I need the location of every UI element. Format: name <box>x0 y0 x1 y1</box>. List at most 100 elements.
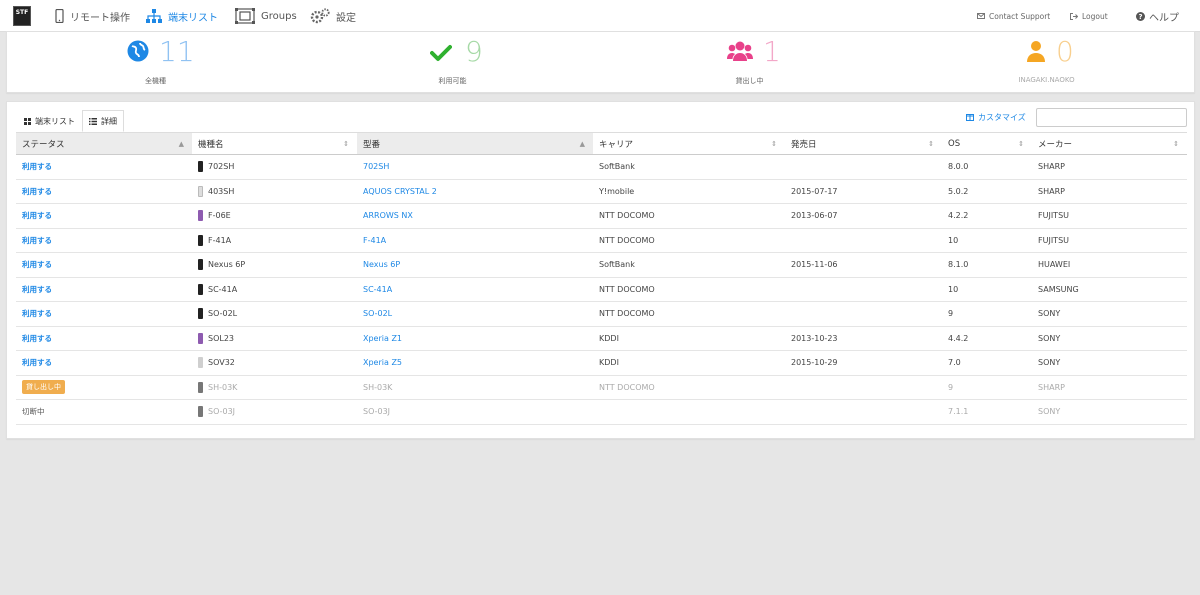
table-row: 利用する F-06E ARROWS NX NTT DOCOMO 2013-06-… <box>16 203 1187 229</box>
stats-panel: 11 全機種 9 利用可能 1 貸出し中 0 INAGAKI.NAOKO <box>6 31 1195 93</box>
column-release-label: 発売日 <box>791 139 817 150</box>
device-name: SO-02L <box>208 309 238 319</box>
stat-in-use: 1 貸出し中 <box>601 32 898 94</box>
device-carrier: NTT DOCOMO <box>593 301 785 327</box>
column-header-os[interactable]: OS ⇕ <box>942 132 1032 155</box>
device-maker: SHARP <box>1032 375 1187 400</box>
device-maker: SHARP <box>1032 154 1187 180</box>
logo-text: STF <box>15 9 29 16</box>
contact-support-link[interactable]: Contact Support <box>977 0 1050 32</box>
column-header-model[interactable]: 型番 ▲ <box>357 132 593 155</box>
stat-in-use-value: 1 <box>763 35 781 68</box>
device-name: F-41A <box>208 235 232 245</box>
device-maker: SHARP <box>1032 179 1187 204</box>
device-release-date <box>785 277 942 302</box>
stat-my-devices: 0 INAGAKI.NAOKO <box>898 32 1195 94</box>
device-os: 7.0 <box>942 350 1032 376</box>
device-model-link[interactable]: Nexus 6P <box>357 252 593 278</box>
device-thumbnail <box>198 381 203 393</box>
tab-device-list-label: 端末リスト <box>35 116 75 126</box>
device-model-link[interactable]: Xperia Z1 <box>357 326 593 351</box>
column-header-carrier[interactable]: キャリア ⇕ <box>593 132 785 155</box>
device-model-link[interactable]: Xperia Z5 <box>357 350 593 376</box>
device-release-date <box>785 301 942 327</box>
device-release-date: 2013-10-23 <box>785 326 942 351</box>
device-model-link[interactable]: 702SH <box>357 154 593 180</box>
disconnected-status: 切断中 <box>22 407 45 417</box>
device-os: 10 <box>942 228 1032 253</box>
device-maker: FUJITSU <box>1032 228 1187 253</box>
check-icon <box>430 45 452 61</box>
column-name-label: 機種名 <box>198 139 224 150</box>
tab-details-label: 詳細 <box>101 116 117 126</box>
customize-button[interactable]: カスタマイズ <box>966 112 1026 123</box>
use-device-button[interactable]: 利用する <box>22 285 52 294</box>
device-table: ステータス ▲ 機種名 ⇕ 型番 ▲ キャリア ⇕ 発売日 ⇕ OS ⇕ メーカー ⇕ 利用す… <box>16 132 1187 425</box>
use-device-button[interactable]: 利用する <box>22 187 52 196</box>
use-device-button[interactable]: 利用する <box>22 260 52 269</box>
device-maker: SONY <box>1032 326 1187 351</box>
tab-details[interactable]: 詳細 <box>82 110 124 132</box>
column-header-name[interactable]: 機種名 ⇕ <box>192 132 357 155</box>
nav-device-list-label: 端末リスト <box>168 12 218 24</box>
search-input[interactable] <box>1036 108 1187 127</box>
use-device-button[interactable]: 利用する <box>22 162 52 171</box>
groups-icon <box>235 8 255 24</box>
device-model-link[interactable]: SC-41A <box>357 277 593 302</box>
device-thumbnail <box>198 259 203 271</box>
device-thumbnail <box>198 161 203 173</box>
device-os: 4.4.2 <box>942 326 1032 351</box>
device-model-link[interactable]: SO-03J <box>357 399 593 425</box>
device-carrier: KDDI <box>593 350 785 376</box>
logout-link[interactable]: Logout <box>1070 0 1108 32</box>
help-link[interactable]: ? ヘルプ <box>1136 0 1179 32</box>
nav-settings-label: 設定 <box>336 12 356 24</box>
table-row: 利用する 403SH AQUOS CRYSTAL 2 Y!mobile 2015… <box>16 179 1187 204</box>
user-icon <box>1027 41 1045 62</box>
column-header-status[interactable]: ステータス ▲ <box>16 132 192 155</box>
stf-logo[interactable]: STF <box>13 6 31 26</box>
device-os: 5.0.2 <box>942 179 1032 204</box>
device-model-link[interactable]: SO-02L <box>357 301 593 327</box>
use-device-button[interactable]: 利用する <box>22 309 52 318</box>
column-model-label: 型番 <box>363 139 381 150</box>
sort-asc-icon: ▲ <box>579 140 585 148</box>
nav-settings[interactable]: 設定 <box>310 0 356 32</box>
device-thumbnail <box>198 185 203 197</box>
device-release-date <box>785 154 942 180</box>
svg-text:?: ? <box>1138 13 1142 21</box>
device-model-link[interactable]: AQUOS CRYSTAL 2 <box>357 179 593 204</box>
use-device-button[interactable]: 利用する <box>22 358 52 367</box>
logout-icon <box>1070 12 1078 20</box>
nav-device-list[interactable]: 端末リスト <box>146 0 218 32</box>
table-row: 利用する SOL23 Xperia Z1 KDDI 2013-10-23 4.4… <box>16 326 1187 351</box>
stat-available-value: 9 <box>465 35 483 68</box>
column-header-maker[interactable]: メーカー ⇕ <box>1032 132 1187 155</box>
device-name: Nexus 6P <box>208 260 246 270</box>
sitemap-icon <box>146 9 162 23</box>
table-row: 切断中 SO-03J SO-03J 7.1.1 SONY <box>16 399 1187 425</box>
column-header-release-date[interactable]: 発売日 ⇕ <box>785 132 942 155</box>
nav-groups-label: Groups <box>261 10 297 22</box>
use-device-button[interactable]: 利用する <box>22 211 52 220</box>
use-device-button[interactable]: 利用する <box>22 334 52 343</box>
use-device-button[interactable]: 利用する <box>22 236 52 245</box>
device-os: 7.1.1 <box>942 399 1032 425</box>
device-model-link[interactable]: ARROWS NX <box>357 203 593 229</box>
table-row: 利用する F-41A F-41A NTT DOCOMO 10 FUJITSU <box>16 228 1187 253</box>
logout-label: Logout <box>1082 11 1108 21</box>
users-icon <box>727 41 753 61</box>
tab-device-list[interactable]: 端末リスト <box>17 110 82 132</box>
device-release-date: 2015-10-29 <box>785 350 942 376</box>
device-carrier: NTT DOCOMO <box>593 375 785 400</box>
device-model-link[interactable]: F-41A <box>357 228 593 253</box>
nav-remote-control[interactable]: リモート操作 <box>55 0 130 32</box>
device-maker: FUJITSU <box>1032 203 1187 229</box>
columns-icon <box>966 114 974 121</box>
device-carrier: SoftBank <box>593 154 785 180</box>
device-model-link[interactable]: SH-03K <box>357 375 593 400</box>
device-name: F-06E <box>208 211 231 221</box>
table-row: 利用する Nexus 6P Nexus 6P SoftBank 2015-11-… <box>16 252 1187 278</box>
device-carrier: KDDI <box>593 326 785 351</box>
nav-groups[interactable]: Groups <box>235 0 297 32</box>
